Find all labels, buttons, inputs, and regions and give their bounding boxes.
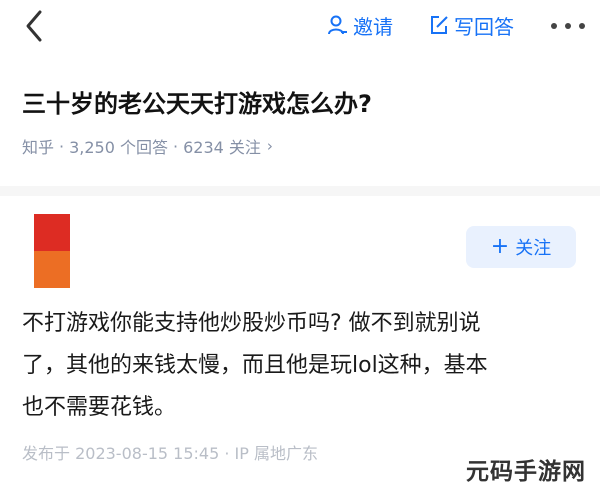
invite-label: 邀请 bbox=[353, 14, 393, 39]
watermark-logo: 元码手游网 bbox=[466, 459, 586, 485]
more-button[interactable] bbox=[548, 14, 588, 38]
chevron-right-icon: › bbox=[266, 137, 273, 155]
source-label: 知乎 bbox=[22, 138, 55, 157]
top-bar: 邀请 写回答 bbox=[0, 0, 600, 52]
followers-count: 6234 关注 bbox=[183, 138, 261, 157]
separator: · bbox=[173, 136, 179, 156]
more-icon bbox=[551, 23, 585, 29]
answer-content[interactable]: 不打游戏你能支持他炒股炒币吗? 做不到就别说 了，其他的来钱太慢，而且他是玩lo… bbox=[22, 303, 582, 429]
answers-count: 3,250 个回答 bbox=[69, 138, 169, 157]
edit-icon bbox=[431, 16, 448, 34]
section-divider bbox=[0, 186, 600, 196]
plus-icon: + bbox=[490, 234, 510, 259]
avatar[interactable] bbox=[34, 214, 70, 288]
answer-line: 也不需要花钱。 bbox=[22, 395, 177, 420]
back-button[interactable] bbox=[18, 8, 54, 44]
follow-label: 关注 bbox=[515, 238, 552, 259]
avatar-top-block bbox=[34, 214, 70, 251]
write-answer-button[interactable]: 写回答 bbox=[428, 10, 514, 40]
question-meta[interactable]: 知乎 · 3,250 个回答 · 6234 关注 › bbox=[22, 134, 273, 158]
chevron-left-icon bbox=[26, 10, 42, 42]
answer-line: 不打游戏你能支持他炒股炒币吗? 做不到就别说 bbox=[22, 311, 481, 336]
write-answer-label: 写回答 bbox=[454, 14, 514, 39]
posted-info: 发布于 2023-08-15 15:45 · IP 属地广东 bbox=[22, 444, 318, 463]
person-icon bbox=[328, 15, 347, 35]
separator: · bbox=[59, 136, 65, 156]
answer-line: 了，其他的来钱太慢，而且他是玩lol这种，基本 bbox=[22, 353, 488, 378]
avatar-bottom-block bbox=[34, 251, 70, 288]
invite-button[interactable]: 邀请 bbox=[327, 10, 393, 40]
follow-button[interactable]: + 关注 bbox=[466, 226, 576, 268]
question-title[interactable]: 三十岁的老公天天打游戏怎么办? bbox=[22, 84, 372, 119]
